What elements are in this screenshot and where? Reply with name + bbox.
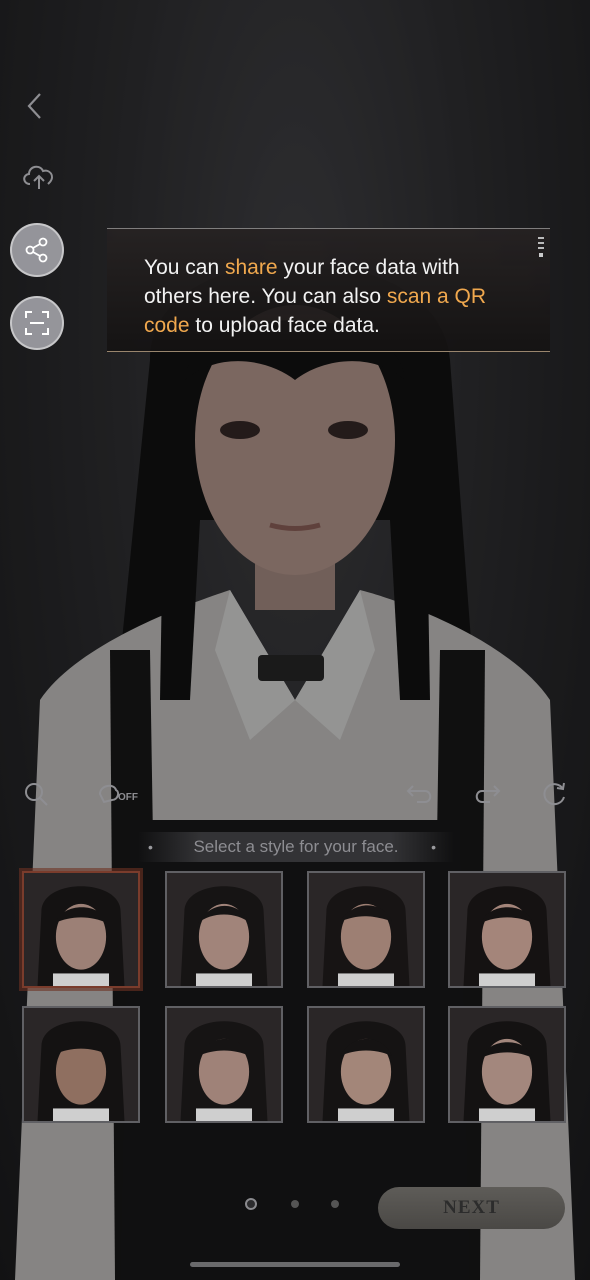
share-button[interactable] xyxy=(10,223,64,277)
page-dot[interactable] xyxy=(245,1198,257,1210)
scan-qr-icon xyxy=(25,311,49,335)
style-tile[interactable] xyxy=(448,1006,566,1123)
next-button[interactable]: NEXT xyxy=(378,1187,565,1229)
style-tile[interactable] xyxy=(165,1006,283,1123)
style-tile[interactable] xyxy=(165,871,283,988)
redo-icon[interactable] xyxy=(472,780,502,806)
share-icon xyxy=(25,237,48,263)
page-dot[interactable] xyxy=(331,1200,339,1208)
style-tile[interactable] xyxy=(22,871,140,988)
home-indicator[interactable] xyxy=(190,1262,400,1267)
tooltip-share-highlight: share xyxy=(224,256,278,279)
style-tile[interactable] xyxy=(22,1006,140,1123)
page-dot[interactable] xyxy=(291,1200,299,1208)
reset-icon[interactable] xyxy=(540,780,568,808)
face-customization-screen: You can share your face data with others… xyxy=(0,0,590,1280)
tooltip-menu-icon xyxy=(538,237,544,257)
style-tile[interactable] xyxy=(307,871,425,988)
beauty-filter-state: OFF xyxy=(118,792,138,803)
tutorial-tooltip[interactable]: You can share your face data with others… xyxy=(107,228,550,352)
beauty-filter-toggle[interactable]: OFF xyxy=(96,780,142,808)
scan-qr-button[interactable] xyxy=(10,296,64,350)
style-tile[interactable] xyxy=(307,1006,425,1123)
style-hint: Select a style for your face. xyxy=(138,832,454,862)
tooltip-text: You can xyxy=(144,256,225,279)
back-icon[interactable] xyxy=(22,88,50,124)
cloud-upload-icon[interactable] xyxy=(20,160,58,192)
tooltip-text: to upload face data. xyxy=(189,314,380,337)
undo-icon[interactable] xyxy=(405,780,435,806)
search-icon[interactable] xyxy=(22,780,50,808)
style-tile[interactable] xyxy=(448,871,566,988)
